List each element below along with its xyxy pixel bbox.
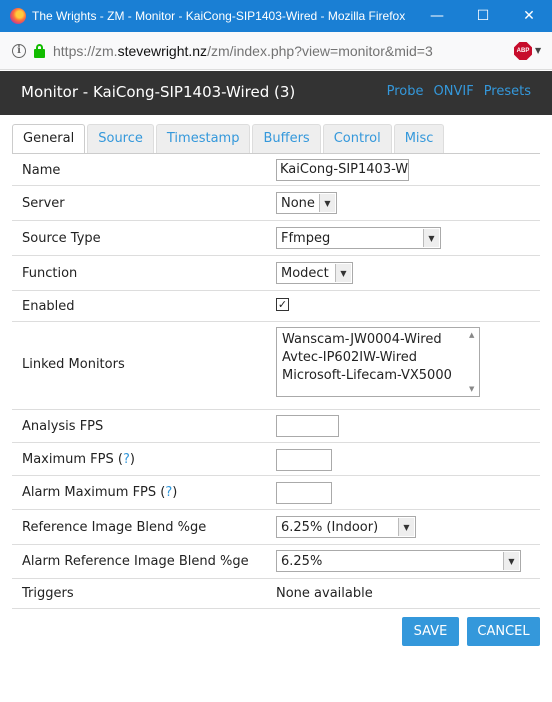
scroll-down-icon[interactable]: ▼: [469, 385, 474, 393]
tab-control[interactable]: Control: [322, 124, 392, 153]
maximum-fps-label: Maximum FPS (?): [22, 452, 135, 467]
server-select-value: None: [281, 195, 315, 211]
close-icon[interactable]: ✕: [506, 0, 552, 32]
form-row-ref-blend: Reference Image Blend %ge 6.25% (Indoor)…: [12, 510, 540, 545]
chevron-down-icon[interactable]: ▼: [535, 46, 541, 55]
source-type-select[interactable]: Ffmpeg ▼: [276, 227, 441, 249]
address-bar[interactable]: i https://zm.stevewright.nz/zm/index.php…: [0, 32, 552, 70]
linked-monitor-option[interactable]: Avtec-IP602IW-Wired: [282, 349, 474, 367]
triggers-label: Triggers: [22, 586, 74, 601]
listbox-scrollbar[interactable]: ▲ ▼: [469, 331, 477, 393]
form-row-alarm-maximum-fps: Alarm Maximum FPS (?): [12, 476, 540, 510]
chevron-down-icon: ▼: [398, 518, 414, 536]
source-type-label: Source Type: [22, 231, 101, 246]
monitor-form: Name KaiCong-SIP1403-Wired Server None ▼…: [12, 153, 540, 609]
tab-misc[interactable]: Misc: [393, 124, 445, 153]
function-label: Function: [22, 266, 78, 281]
linked-monitor-option[interactable]: Microsoft-Lifecam-VX5000: [282, 367, 474, 385]
chevron-down-icon: ▼: [503, 552, 519, 570]
function-select-value: Modect: [281, 265, 329, 281]
server-label: Server: [22, 196, 65, 211]
scroll-up-icon[interactable]: ▲: [469, 331, 474, 339]
alarm-ref-blend-label: Alarm Reference Image Blend %ge: [22, 554, 249, 569]
alarm-maximum-fps-label: Alarm Maximum FPS (?): [22, 485, 178, 500]
header-links: Probe ONVIF Presets: [387, 84, 531, 99]
enabled-checkbox[interactable]: ✓: [276, 298, 289, 311]
tab-source[interactable]: Source: [87, 124, 154, 153]
window-title: The Wrights - ZM - Monitor - KaiCong-SIP…: [32, 9, 406, 23]
chevron-down-icon: ▼: [423, 229, 439, 247]
ref-blend-select-value: 6.25% (Indoor): [281, 519, 379, 535]
url-text[interactable]: https://zm.stevewright.nz/zm/index.php?v…: [53, 43, 433, 59]
save-button[interactable]: SAVE: [402, 617, 459, 646]
info-icon[interactable]: i: [12, 43, 26, 58]
adblock-icon[interactable]: ABP: [514, 42, 532, 60]
source-type-select-value: Ffmpeg: [281, 230, 331, 246]
form-row-analysis-fps: Analysis FPS: [12, 410, 540, 443]
alarm-ref-blend-select[interactable]: 6.25% ▼: [276, 550, 521, 572]
form-row-enabled: Enabled ✓: [12, 291, 540, 322]
ref-blend-select[interactable]: 6.25% (Indoor) ▼: [276, 516, 416, 538]
analysis-fps-input[interactable]: [276, 415, 339, 437]
tab-general[interactable]: General: [12, 124, 86, 153]
form-row-function: Function Modect ▼: [12, 256, 540, 291]
form-row-server: Server None ▼: [12, 186, 540, 221]
form-row-alarm-ref-blend: Alarm Reference Image Blend %ge 6.25% ▼: [12, 545, 540, 579]
alarm-maximum-fps-input[interactable]: [276, 482, 332, 504]
lock-icon[interactable]: [34, 43, 45, 58]
server-select[interactable]: None ▼: [276, 192, 337, 214]
form-row-triggers: Triggers None available: [12, 579, 540, 609]
maximum-fps-help-link[interactable]: ?: [123, 452, 130, 467]
tab-buffers[interactable]: Buffers: [252, 124, 321, 153]
triggers-value: None available: [276, 586, 373, 601]
linked-monitors-listbox[interactable]: Wanscam-JW0004-Wired Avtec-IP602IW-Wired…: [276, 327, 480, 397]
name-input[interactable]: KaiCong-SIP1403-Wired: [276, 159, 409, 181]
probe-link[interactable]: Probe: [387, 84, 424, 99]
alarm-ref-blend-select-value: 6.25%: [281, 553, 323, 569]
tab-timestamp[interactable]: Timestamp: [155, 124, 251, 153]
form-row-maximum-fps: Maximum FPS (?): [12, 443, 540, 476]
name-label: Name: [22, 163, 61, 178]
maximize-icon[interactable]: ☐: [460, 0, 506, 32]
maximum-fps-input[interactable]: [276, 449, 332, 471]
linked-monitors-label: Linked Monitors: [22, 357, 125, 372]
chevron-down-icon: ▼: [335, 264, 351, 282]
firefox-icon: [10, 8, 26, 24]
form-row-linked-monitors: Linked Monitors Wanscam-JW0004-Wired Avt…: [12, 322, 540, 410]
form-row-name: Name KaiCong-SIP1403-Wired: [12, 154, 540, 186]
cancel-button[interactable]: CANCEL: [467, 617, 540, 646]
window-titlebar: The Wrights - ZM - Monitor - KaiCong-SIP…: [0, 0, 552, 32]
form-row-source-type: Source Type Ffmpeg ▼: [12, 221, 540, 256]
onvif-link[interactable]: ONVIF: [434, 84, 474, 99]
analysis-fps-label: Analysis FPS: [22, 419, 104, 434]
ref-blend-label: Reference Image Blend %ge: [22, 520, 207, 535]
linked-monitor-option[interactable]: Wanscam-JW0004-Wired: [282, 331, 474, 349]
chevron-down-icon: ▼: [319, 194, 335, 212]
page-title: Monitor - KaiCong-SIP1403-Wired (3): [21, 83, 296, 101]
minimize-icon[interactable]: —: [414, 0, 460, 32]
page-header: Monitor - KaiCong-SIP1403-Wired (3) Prob…: [0, 71, 552, 115]
enabled-label: Enabled: [22, 299, 75, 314]
presets-link[interactable]: Presets: [484, 84, 531, 99]
function-select[interactable]: Modect ▼: [276, 262, 353, 284]
tab-bar: General Source Timestamp Buffers Control…: [12, 124, 446, 153]
